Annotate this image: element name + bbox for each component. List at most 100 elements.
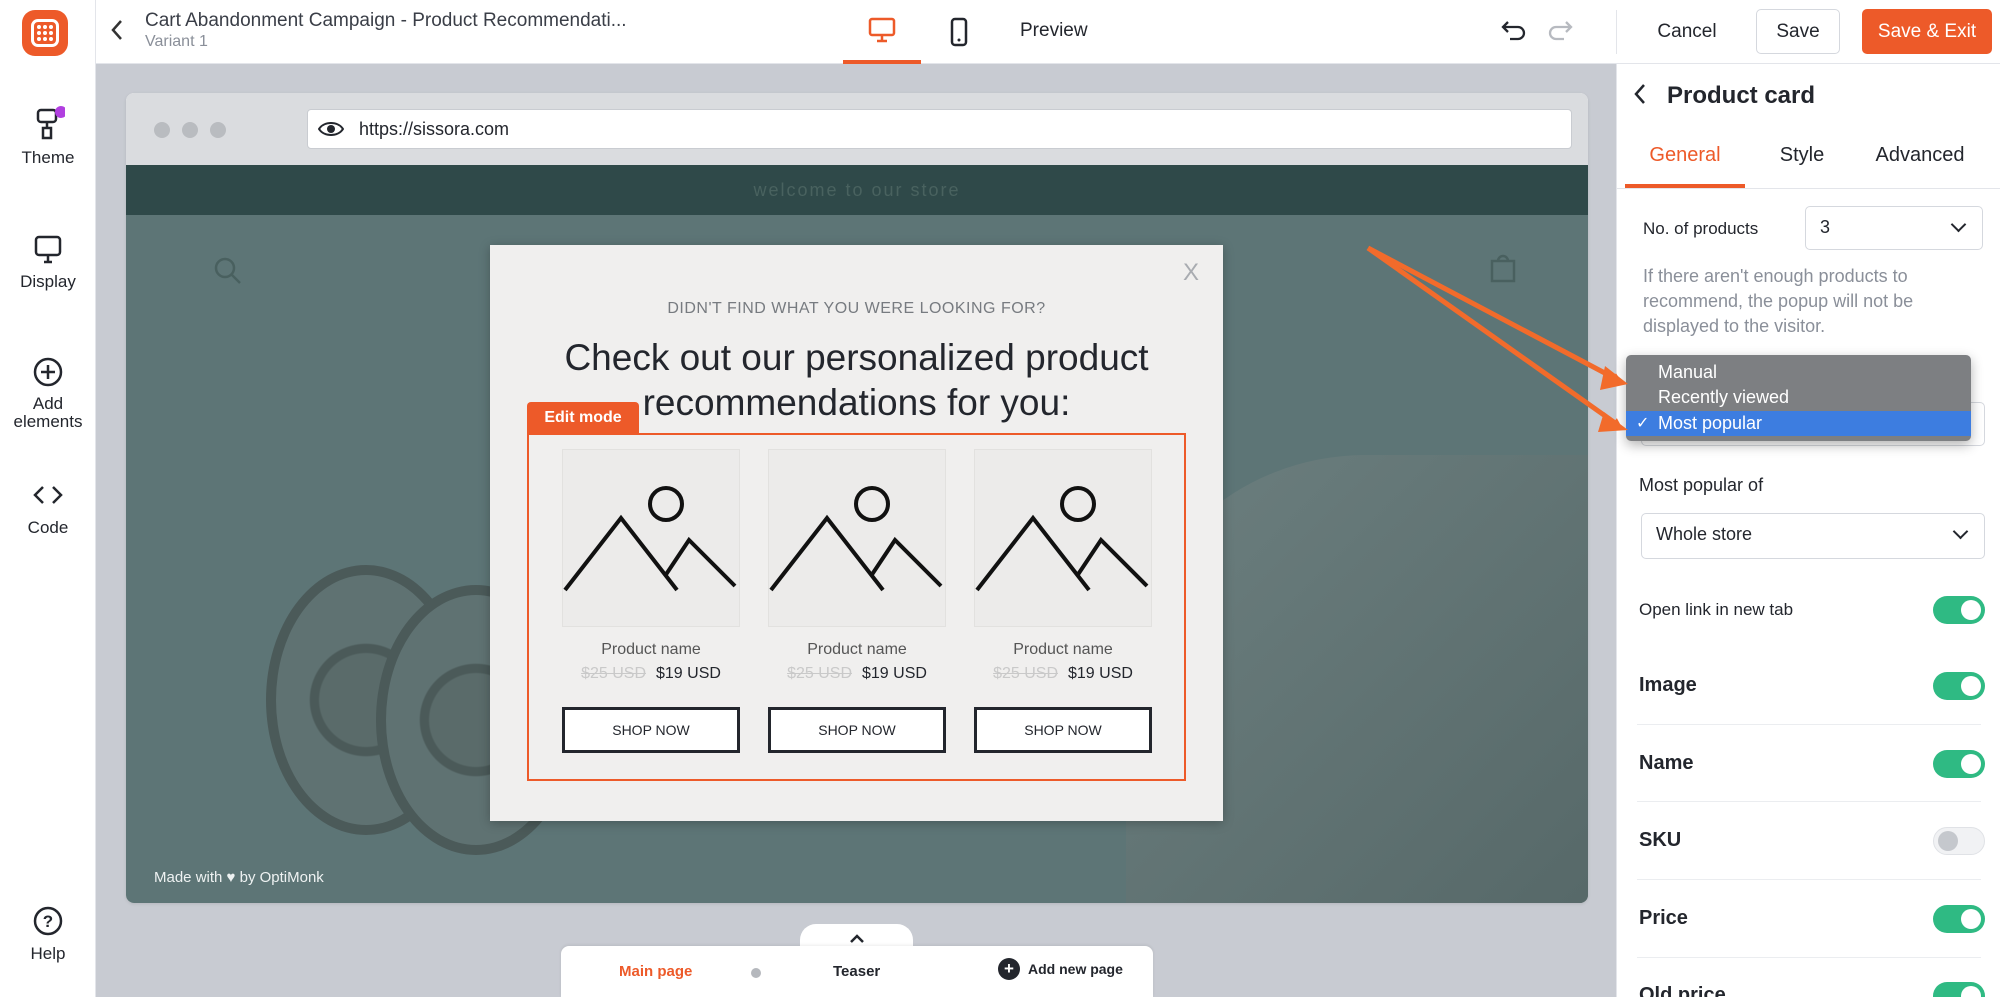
- open-new-tab-toggle[interactable]: [1933, 596, 1985, 624]
- site-welcome-banner: welcome to our store: [126, 165, 1588, 215]
- save-exit-button[interactable]: Save & Exit: [1862, 9, 1992, 54]
- image-toggle[interactable]: [1933, 672, 1985, 700]
- product-name: Product name: [601, 641, 701, 658]
- add-new-page-button[interactable]: + Add new page: [998, 958, 1123, 980]
- paint-roller-icon: [36, 106, 65, 140]
- theme-button[interactable]: Theme: [0, 106, 96, 168]
- shop-now-button[interactable]: SHOP NOW: [562, 707, 740, 753]
- undo-icon[interactable]: [1500, 18, 1528, 49]
- page-tabs-bar: Main page Teaser + Add new page: [561, 946, 1153, 997]
- optimonk-logo[interactable]: [22, 10, 68, 56]
- mobile-icon: [950, 17, 968, 47]
- price-toggle[interactable]: [1933, 905, 1985, 933]
- tab-general[interactable]: General: [1625, 144, 1745, 188]
- product-name: Product name: [807, 641, 907, 658]
- add-elements-label: Add elements: [13, 394, 83, 431]
- panel-title: Product card: [1667, 82, 1816, 109]
- old-price-label: Old price: [1639, 984, 1726, 997]
- product-card-frame[interactable]: Product name $25 USD $19 USD SHOP NOW Pro…: [527, 433, 1186, 781]
- url-text: https://sissora.com: [359, 119, 510, 139]
- menu-item-most-popular-label: Most popular: [1658, 413, 1763, 433]
- url-bar: https://sissora.com: [307, 109, 1572, 149]
- popup-subtitle[interactable]: DIDN'T FIND WHAT YOU WERE LOOKING FOR?: [490, 300, 1223, 318]
- svg-text:?: ?: [43, 912, 53, 931]
- mobile-view-button[interactable]: [920, 0, 998, 64]
- page-separator-dot: [751, 968, 761, 978]
- product-image-placeholder: [768, 449, 946, 627]
- teaser-tab[interactable]: Teaser: [833, 963, 880, 980]
- open-new-tab-label: Open link in new tab: [1639, 600, 1794, 619]
- product-card[interactable]: Product name $25 USD $19 USD SHOP NOW: [562, 449, 740, 753]
- desktop-view-button[interactable]: [843, 0, 921, 64]
- add-elements-button[interactable]: Add elements: [0, 355, 96, 431]
- theme-label: Theme: [21, 148, 75, 167]
- plus-icon: +: [998, 958, 1020, 980]
- image-placeholder-icon: [563, 486, 737, 592]
- name-label: Name: [1639, 752, 1694, 774]
- tab-advanced[interactable]: Advanced: [1860, 144, 1980, 188]
- cancel-button[interactable]: Cancel: [1634, 10, 1740, 54]
- monitor-icon: [34, 235, 62, 264]
- product-card[interactable]: Product name $25 USD $19 USD SHOP NOW: [768, 449, 946, 753]
- back-chevron-icon[interactable]: [110, 18, 124, 48]
- topbar-divider: [1616, 10, 1617, 54]
- help-icon: ?: [33, 906, 63, 936]
- add-new-page-label: Add new page: [1028, 961, 1123, 977]
- name-toggle[interactable]: [1933, 750, 1985, 778]
- popup-close-icon[interactable]: X: [1183, 259, 1199, 287]
- redo-icon[interactable]: [1546, 18, 1574, 49]
- code-icon: [33, 486, 63, 504]
- menu-item-most-popular[interactable]: ✓ Most popular: [1626, 411, 1971, 436]
- price-label: Price: [1639, 907, 1688, 929]
- menu-item-recently-viewed[interactable]: Recently viewed: [1626, 385, 1971, 410]
- site-search-icon: [214, 257, 241, 284]
- help-button[interactable]: ? Help: [0, 904, 96, 964]
- recommendation-popup[interactable]: X DIDN'T FIND WHAT YOU WERE LOOKING FOR?…: [490, 245, 1223, 821]
- shop-now-button[interactable]: SHOP NOW: [768, 707, 946, 753]
- eye-icon: [318, 122, 344, 136]
- plus-circle-icon: [33, 357, 63, 387]
- help-label: Help: [30, 944, 66, 963]
- panel-back-chevron-icon[interactable]: [1633, 82, 1647, 112]
- old-price: $25 USD: [787, 665, 852, 682]
- row-divider: [1637, 879, 1981, 880]
- shop-now-button[interactable]: SHOP NOW: [974, 707, 1152, 753]
- image-label: Image: [1639, 674, 1697, 696]
- save-button[interactable]: Save: [1756, 9, 1840, 54]
- row-divider: [1637, 801, 1981, 802]
- product-card[interactable]: Product name $25 USD $19 USD SHOP NOW: [974, 449, 1152, 753]
- menu-item-manual[interactable]: Manual: [1626, 360, 1971, 385]
- campaign-title[interactable]: Cart Abandonment Campaign - Product Reco…: [145, 10, 627, 32]
- new-price: $19 USD: [862, 665, 927, 682]
- sku-toggle[interactable]: [1933, 827, 1985, 855]
- tabs-divider: [1617, 188, 2000, 189]
- annotation-arrows: [1366, 245, 1628, 432]
- no-of-products-select[interactable]: 3: [1805, 206, 1983, 250]
- desktop-icon: [868, 17, 896, 43]
- display-label: Display: [20, 272, 76, 291]
- old-price: $25 USD: [581, 665, 646, 682]
- window-dot: [182, 122, 198, 138]
- image-placeholder-icon: [975, 486, 1149, 592]
- image-placeholder-icon: [769, 486, 943, 592]
- display-button[interactable]: Display: [0, 232, 96, 292]
- product-name: Product name: [1013, 641, 1113, 658]
- most-popular-of-value: Whole store: [1656, 524, 1753, 544]
- row-divider: [1637, 724, 1981, 725]
- tab-style[interactable]: Style: [1742, 144, 1862, 188]
- no-of-products-label: No. of products: [1643, 219, 1759, 238]
- product-image-placeholder: [562, 449, 740, 627]
- left-rail: Theme Display Add elements Code ? Help: [0, 0, 96, 997]
- window-dot: [210, 122, 226, 138]
- preview-button[interactable]: Preview: [1020, 20, 1088, 42]
- recommendation-type-menu[interactable]: Manual Recently viewed ✓ Most popular: [1626, 355, 1971, 441]
- browser-chrome: https://sissora.com: [126, 93, 1588, 165]
- code-button[interactable]: Code: [0, 478, 96, 538]
- old-price-toggle[interactable]: [1933, 982, 1985, 997]
- main-page-tab[interactable]: Main page: [619, 963, 692, 980]
- chevron-down-icon: [1952, 523, 1969, 540]
- most-popular-of-label: Most popular of: [1639, 475, 1764, 495]
- most-popular-of-select[interactable]: Whole store: [1641, 513, 1985, 559]
- settings-panel: Product card General Style Advanced No. …: [1616, 64, 2000, 997]
- edit-mode-badge: Edit mode: [527, 402, 639, 434]
